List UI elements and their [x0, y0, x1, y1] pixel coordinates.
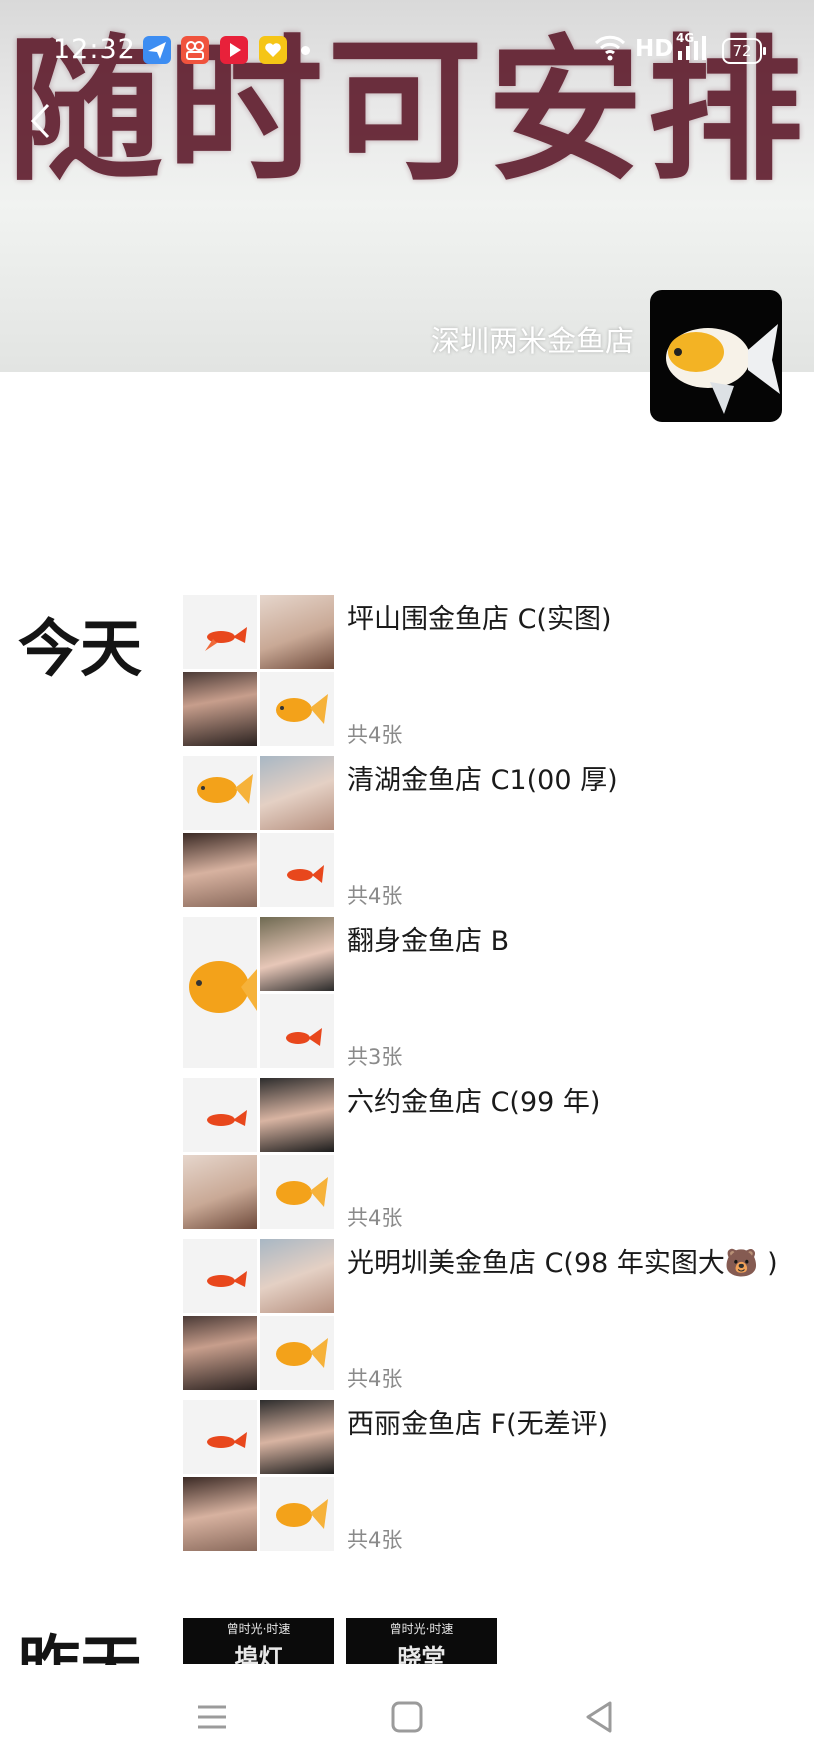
- battery-indicator: 72: [722, 38, 766, 64]
- wifi-icon: [594, 33, 626, 68]
- back-triangle-icon: [586, 1701, 612, 1733]
- profile-name: 深圳两米金鱼店: [430, 324, 634, 358]
- goldfish-thumbnail: [183, 1400, 257, 1474]
- post-item[interactable]: 坪山围金鱼店 C(实图) 共4张: [183, 595, 783, 747]
- post-item[interactable]: 翻身金鱼店 B 共3张: [183, 917, 783, 1069]
- post-image-grid[interactable]: [183, 1239, 334, 1390]
- profile-avatar[interactable]: [650, 290, 782, 422]
- person-photo-thumbnail: [260, 1400, 334, 1474]
- person-photo-thumbnail: [183, 672, 257, 746]
- network-type-label: HD: [635, 36, 674, 62]
- goldfish-thumbnail: [183, 1239, 257, 1313]
- goldfish-thumbnail: [183, 1078, 257, 1152]
- thumbnail-caption: 曾时光·时速: [389, 1622, 454, 1636]
- post-item[interactable]: 清湖金鱼店 C1(00 厚) 共4张: [183, 756, 783, 908]
- post-image-count: 共4张: [347, 884, 403, 908]
- person-photo-thumbnail: [183, 1155, 257, 1229]
- goldfish-thumbnail: [183, 917, 257, 1068]
- back-button[interactable]: [20, 96, 60, 146]
- notification-dot-icon: [301, 46, 310, 55]
- post-image-count: 共4张: [347, 1367, 403, 1391]
- goldfish-thumbnail: [260, 1316, 334, 1390]
- post-image-count: 共3张: [347, 1045, 403, 1069]
- goldfish-thumbnail: [260, 994, 334, 1068]
- menu-button[interactable]: [190, 1695, 234, 1739]
- paper-plane-app-icon: [143, 36, 171, 64]
- post-item[interactable]: 西丽金鱼店 F(无差评) 共4张: [183, 1400, 783, 1552]
- person-photo-thumbnail: [260, 1078, 334, 1152]
- system-navigation-bar: [0, 1665, 814, 1764]
- photo-app-icon: [181, 36, 209, 64]
- post-item[interactable]: 光明圳美金鱼店 C(98 年实图大🐻 ) 共4张: [183, 1239, 783, 1391]
- day-label-today: 今天: [18, 612, 143, 685]
- post-image-grid[interactable]: [183, 756, 334, 907]
- goldfish-thumbnail: [183, 595, 257, 669]
- post-image-grid[interactable]: [183, 595, 334, 746]
- thumbnail-caption: 曾时光·时速: [226, 1622, 291, 1636]
- person-photo-thumbnail: [260, 756, 334, 830]
- home-button[interactable]: [385, 1695, 429, 1739]
- back-nav-button[interactable]: [578, 1695, 622, 1739]
- menu-icon: [198, 1705, 226, 1729]
- person-photo-thumbnail: [183, 833, 257, 907]
- post-image-grid[interactable]: [183, 917, 334, 1068]
- person-photo-thumbnail: [183, 1477, 257, 1551]
- home-square-icon: [391, 1701, 423, 1733]
- status-bar: 12:32 HD 4G 72: [0, 0, 814, 100]
- goldfish-thumbnail: [260, 833, 334, 907]
- goldfish-thumbnail: [260, 1155, 334, 1229]
- person-photo-thumbnail: [260, 1239, 334, 1313]
- person-photo-thumbnail: [260, 917, 334, 991]
- post-image-grid[interactable]: [183, 1078, 334, 1229]
- post-title: 坪山围金鱼店 C(实图): [347, 604, 612, 635]
- thumbnail-caption: 埠灯: [234, 1644, 283, 1664]
- post-title: 六约金鱼店 C(99 年): [347, 1087, 601, 1118]
- signal-icon: 4G: [676, 31, 710, 70]
- video-play-app-icon: [220, 36, 248, 64]
- post-image-grid[interactable]: [183, 1400, 334, 1551]
- thumbnail-caption: 晓堂: [397, 1644, 446, 1664]
- goldfish-avatar-image: [666, 324, 780, 414]
- post-image-count: 共4张: [347, 723, 403, 747]
- post-image-count: 共4张: [347, 1528, 403, 1552]
- status-time: 12:32: [53, 34, 136, 65]
- post-image-count: 共4张: [347, 1206, 403, 1230]
- post-title: 西丽金鱼店 F(无差评): [347, 1409, 609, 1440]
- post-title: 清湖金鱼店 C1(00 厚): [347, 765, 618, 796]
- post-thumbnail[interactable]: 曾时光·时速 晓堂: [346, 1618, 497, 1664]
- chevron-left-icon: [30, 103, 50, 139]
- heart-app-icon: [259, 36, 287, 64]
- post-item[interactable]: 六约金鱼店 C(99 年) 共4张: [183, 1078, 783, 1230]
- signal-type-label: 4G: [676, 31, 695, 45]
- goldfish-thumbnail: [260, 1477, 334, 1551]
- post-thumbnail[interactable]: 曾时光·时速 埠灯: [183, 1618, 334, 1664]
- person-photo-thumbnail: [183, 1316, 257, 1390]
- goldfish-thumbnail: [183, 756, 257, 830]
- person-photo-thumbnail: [260, 595, 334, 669]
- post-title: 光明圳美金鱼店 C(98 年实图大🐻 ): [347, 1248, 778, 1279]
- post-title: 翻身金鱼店 B: [347, 926, 510, 957]
- goldfish-thumbnail: [260, 672, 334, 746]
